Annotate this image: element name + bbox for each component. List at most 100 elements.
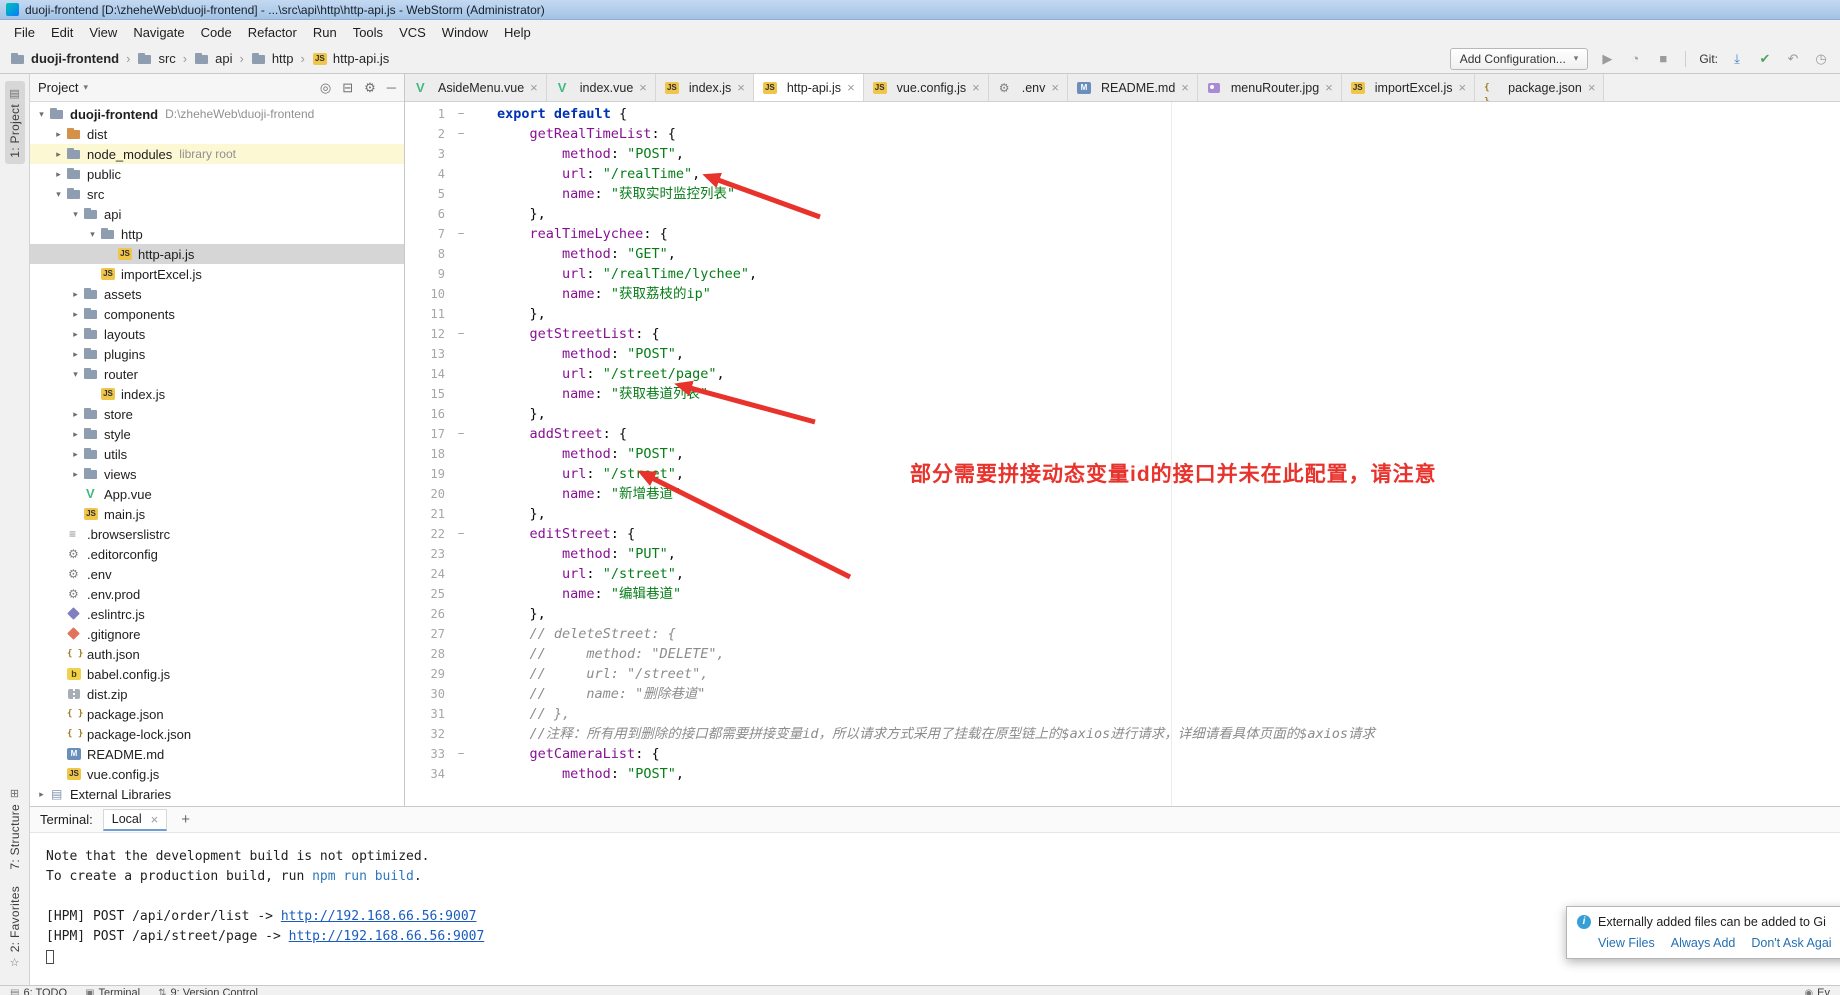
tree-item-node_modules[interactable]: ▸node_moduleslibrary root <box>30 144 404 164</box>
menu-item-vcs[interactable]: VCS <box>391 22 434 43</box>
notification-action-View Files[interactable]: View Files <box>1598 936 1655 950</box>
menu-item-edit[interactable]: Edit <box>43 22 81 43</box>
code-line-6[interactable]: 6 }, <box>405 204 1840 224</box>
tree-item-vue.config.js[interactable]: vue.config.js <box>30 764 404 784</box>
profiler-icon[interactable]: ◔ <box>1626 51 1644 66</box>
notification-action-Always Add[interactable]: Always Add <box>1671 936 1736 950</box>
code-line-31[interactable]: 31 // }, <box>405 704 1840 724</box>
fold-marker[interactable]: − <box>451 224 471 244</box>
code-line-30[interactable]: 30 // name: "删除巷道" <box>405 684 1840 704</box>
chevron-right-icon[interactable]: ▸ <box>68 309 83 320</box>
breadcrumb-http-api.js[interactable]: http-api.js <box>294 51 390 67</box>
tree-item-src[interactable]: ▾src <box>30 184 404 204</box>
locate-icon[interactable]: ◎ <box>320 80 331 96</box>
chevron-right-icon[interactable]: ▸ <box>68 349 83 360</box>
code-line-9[interactable]: 9 url: "/realTime/lychee", <box>405 264 1840 284</box>
tab-.env[interactable]: .env× <box>989 74 1068 101</box>
close-icon[interactable]: × <box>847 80 855 95</box>
chevron-right-icon[interactable]: ▸ <box>51 169 66 180</box>
history-icon[interactable]: ◷ <box>1812 51 1830 67</box>
chevron-down-icon[interactable]: ▾ <box>34 109 49 120</box>
code-line-13[interactable]: 13 method: "POST", <box>405 344 1840 364</box>
tree-item-http[interactable]: ▾http <box>30 224 404 244</box>
tree-item-utils[interactable]: ▸utils <box>30 444 404 464</box>
tab-package.json[interactable]: package.json× <box>1475 74 1604 101</box>
tab-menuRouter.jpg[interactable]: menuRouter.jpg× <box>1198 74 1342 101</box>
menu-item-file[interactable]: File <box>6 22 43 43</box>
tree-item-importExcel.js[interactable]: importExcel.js <box>30 264 404 284</box>
code-line-27[interactable]: 27 // deleteStreet: { <box>405 624 1840 644</box>
code-line-26[interactable]: 26 }, <box>405 604 1840 624</box>
tree-item-duoji-frontend[interactable]: ▾duoji-frontendD:\zheheWeb\duoji-fronten… <box>30 104 404 124</box>
tree-item-package.json[interactable]: package.json <box>30 704 404 724</box>
menu-item-help[interactable]: Help <box>496 22 539 43</box>
terminal-link[interactable]: http://192.168.66.56:9007 <box>281 909 477 924</box>
close-icon[interactable]: × <box>737 80 745 95</box>
chevron-down-icon[interactable]: ▾ <box>68 209 83 220</box>
code-line-10[interactable]: 10 name: "获取荔枝的ip" <box>405 284 1840 304</box>
chevron-down-icon[interactable]: ▾ <box>51 189 66 200</box>
chevron-right-icon[interactable]: ▸ <box>51 149 66 160</box>
menu-item-tools[interactable]: Tools <box>345 22 391 43</box>
chevron-down-icon[interactable]: ▾ <box>83 82 88 93</box>
chevron-right-icon[interactable]: ▸ <box>68 449 83 460</box>
tab-AsideMenu.vue[interactable]: AsideMenu.vue× <box>405 74 547 101</box>
status-item-9: Version Control[interactable]: ⇅9: Version Control <box>158 987 258 995</box>
tree-item-layouts[interactable]: ▸layouts <box>30 324 404 344</box>
tree-item-.eslintrc.js[interactable]: .eslintrc.js <box>30 604 404 624</box>
chevron-right-icon[interactable]: ▸ <box>68 329 83 340</box>
code-line-14[interactable]: 14 url: "/street/page", <box>405 364 1840 384</box>
tree-item-main.js[interactable]: main.js <box>30 504 404 524</box>
close-icon[interactable]: × <box>530 80 538 95</box>
breadcrumb-http[interactable]: http <box>232 51 293 67</box>
tree-item-babel.config.js[interactable]: babel.config.js <box>30 664 404 684</box>
close-icon[interactable]: × <box>1051 80 1059 95</box>
menu-item-code[interactable]: Code <box>193 22 240 43</box>
tree-item-views[interactable]: ▸views <box>30 464 404 484</box>
tree-item-package-lock.json[interactable]: package-lock.json <box>30 724 404 744</box>
add-configuration-button[interactable]: Add Configuration... ▾ <box>1450 48 1589 70</box>
code-line-5[interactable]: 5 name: "获取实时监控列表" <box>405 184 1840 204</box>
code-line-8[interactable]: 8 method: "GET", <box>405 244 1840 264</box>
stripe-button-favorites[interactable]: 2: Favorites ☆ <box>5 880 25 975</box>
hide-icon[interactable]: ─ <box>387 80 396 96</box>
stop-icon[interactable]: ■ <box>1654 51 1672 66</box>
tree-item-public[interactable]: ▸public <box>30 164 404 184</box>
status-event-log[interactable]: ◉ Ev <box>1804 987 1830 995</box>
close-icon[interactable]: × <box>1588 80 1596 95</box>
code-line-23[interactable]: 23 method: "PUT", <box>405 544 1840 564</box>
close-icon[interactable]: × <box>1181 80 1189 95</box>
tree-item-api[interactable]: ▾api <box>30 204 404 224</box>
code-line-11[interactable]: 11 }, <box>405 304 1840 324</box>
code-line-17[interactable]: 17− addStreet: { <box>405 424 1840 444</box>
tree-item-http-api.js[interactable]: http-api.js <box>30 244 404 264</box>
fold-marker[interactable]: − <box>451 104 471 124</box>
new-terminal-button[interactable]: + <box>177 811 194 828</box>
close-icon[interactable]: × <box>1459 80 1467 95</box>
tree-item-assets[interactable]: ▸assets <box>30 284 404 304</box>
tree-item-components[interactable]: ▸components <box>30 304 404 324</box>
code-line-4[interactable]: 4 url: "/realTime", <box>405 164 1840 184</box>
commit-icon[interactable]: ✔ <box>1756 51 1774 67</box>
code-line-32[interactable]: 32 //注释：所有用到删除的接口都需要拼接变量id，所以请求方式采用了挂载在原… <box>405 724 1840 744</box>
tree-item-store[interactable]: ▸store <box>30 404 404 424</box>
tree-item-router[interactable]: ▾router <box>30 364 404 384</box>
code-line-25[interactable]: 25 name: "编辑巷道" <box>405 584 1840 604</box>
code-line-1[interactable]: 1−export default { <box>405 104 1840 124</box>
code-line-34[interactable]: 34 method: "POST", <box>405 764 1840 784</box>
tree-item-plugins[interactable]: ▸plugins <box>30 344 404 364</box>
code-line-21[interactable]: 21 }, <box>405 504 1840 524</box>
project-panel-title[interactable]: Project <box>38 80 78 95</box>
tab-importExcel.js[interactable]: importExcel.js× <box>1342 74 1475 101</box>
stripe-button-structure[interactable]: ⊞ 7: Structure <box>5 781 25 876</box>
code-line-15[interactable]: 15 name: "获取巷道列表" <box>405 384 1840 404</box>
chevron-down-icon[interactable]: ▾ <box>68 369 83 380</box>
close-icon[interactable]: × <box>151 812 159 827</box>
chevron-right-icon[interactable]: ▸ <box>34 789 49 800</box>
tab-index.vue[interactable]: index.vue× <box>547 74 656 101</box>
tree-item-dist[interactable]: ▸dist <box>30 124 404 144</box>
status-item-6: TODO[interactable]: ▤6: TODO <box>10 987 67 995</box>
tree-item-style[interactable]: ▸style <box>30 424 404 444</box>
code-line-29[interactable]: 29 // url: "/street", <box>405 664 1840 684</box>
tab-index.js[interactable]: index.js× <box>656 74 754 101</box>
